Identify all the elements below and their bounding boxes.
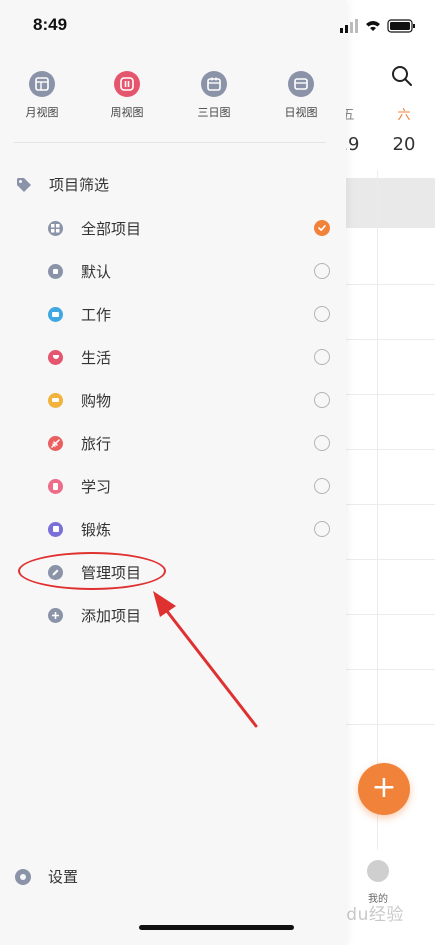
home-indicator[interactable] (139, 925, 294, 930)
status-icons (340, 19, 415, 33)
wifi-icon (366, 21, 380, 31)
annotation-arrow (153, 591, 258, 728)
signal-icon (340, 28, 343, 33)
status-time: 8:49 (33, 15, 68, 34)
